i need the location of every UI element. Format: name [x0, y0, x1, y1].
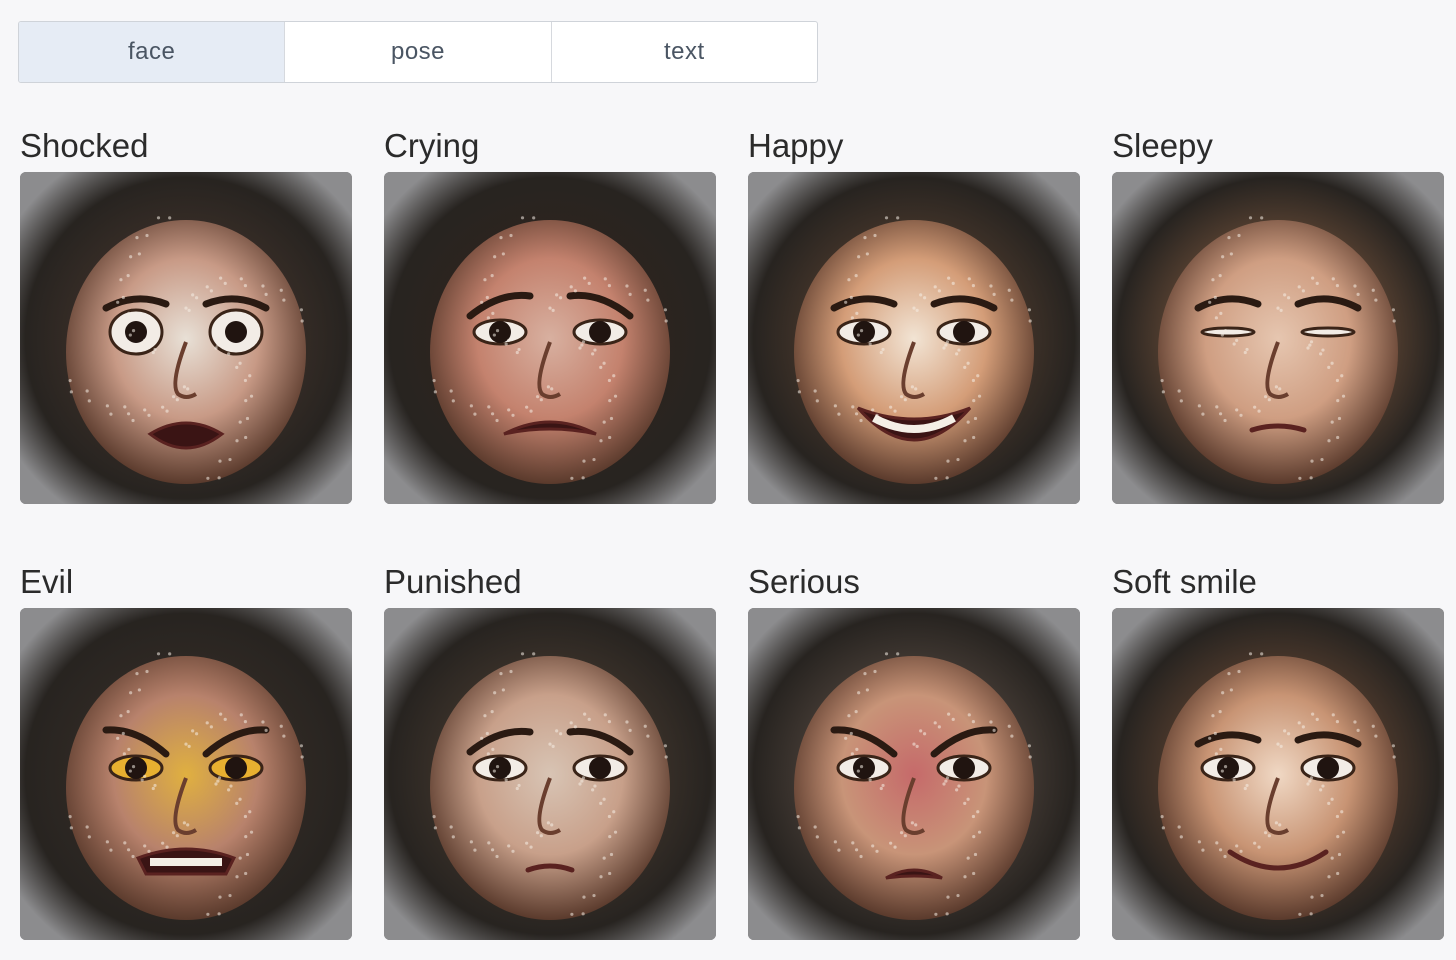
expression-card-soft-smile[interactable]: Soft smile	[1112, 556, 1444, 940]
card-title: Happy	[748, 127, 844, 164]
card-title: Soft smile	[1112, 563, 1257, 600]
tab-pose[interactable]: pose	[284, 22, 550, 82]
face-thumbnail[interactable]	[748, 172, 1080, 504]
face-thumbnail[interactable]	[748, 608, 1080, 940]
face-thumbnail[interactable]	[1112, 172, 1444, 504]
face-thumbnail[interactable]	[1112, 608, 1444, 940]
tab-text-label: text	[663, 38, 705, 65]
tab-face[interactable]: face	[19, 22, 285, 82]
card-title: Serious	[748, 563, 860, 600]
card-title: Sleepy	[1112, 127, 1213, 164]
expression-card-crying[interactable]: Crying	[384, 120, 716, 504]
card-title: Shocked	[20, 127, 149, 164]
face-thumbnail[interactable]	[384, 608, 716, 940]
expression-card-evil[interactable]: Evil	[20, 556, 352, 940]
mode-tab-bar: face pose text	[18, 21, 818, 83]
expression-card-sleepy[interactable]: Sleepy	[1112, 120, 1444, 504]
expression-card-shocked[interactable]: Shocked	[20, 120, 352, 504]
card-title: Evil	[20, 563, 74, 600]
card-title: Crying	[384, 127, 480, 164]
expression-card-punished[interactable]: Punished	[384, 556, 716, 940]
face-thumbnail[interactable]	[384, 172, 716, 504]
expression-card-serious[interactable]: Serious	[748, 556, 1080, 940]
tab-text[interactable]: text	[550, 22, 817, 82]
face-thumbnail[interactable]	[20, 608, 352, 940]
card-title: Punished	[384, 563, 522, 600]
tab-face-label: face	[127, 38, 176, 65]
face-thumbnail[interactable]	[20, 172, 352, 504]
tab-pose-label: pose	[390, 38, 446, 65]
expression-card-happy[interactable]: Happy	[748, 120, 1080, 504]
